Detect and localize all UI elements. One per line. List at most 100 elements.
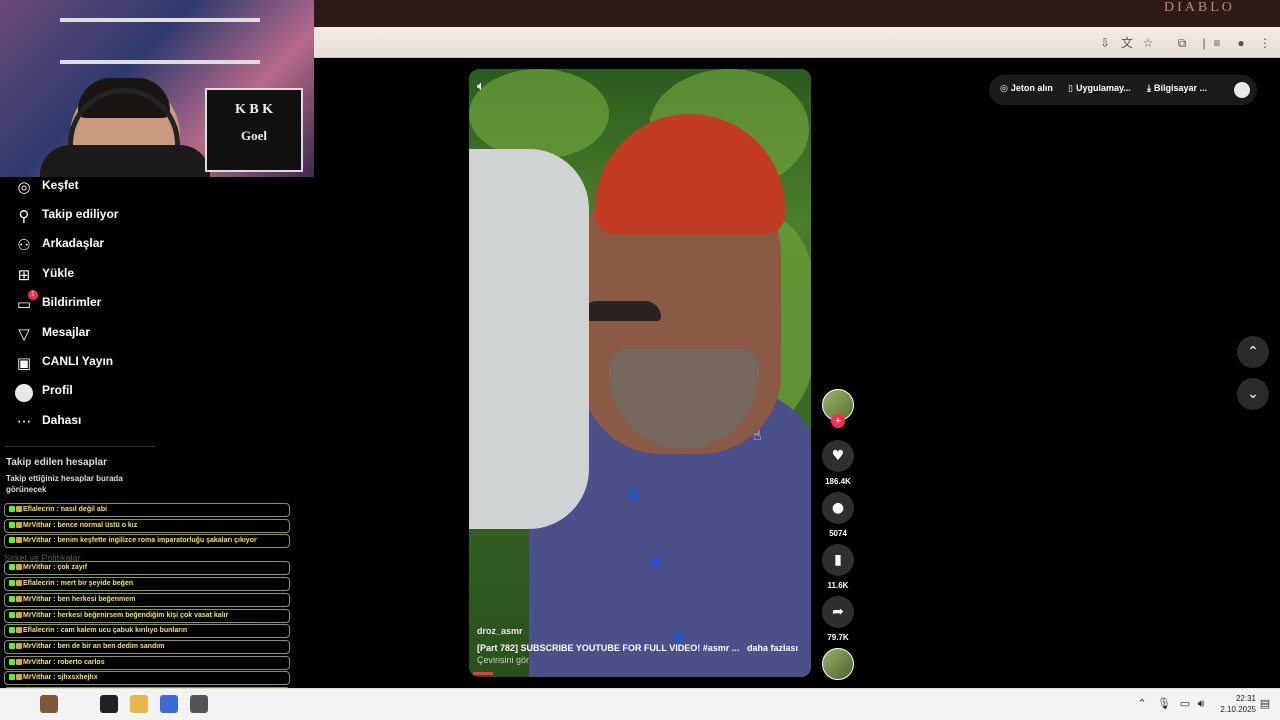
taskbar-app-icon[interactable] [190,695,208,713]
tray-chevron-icon[interactable]: ⌃ [1135,697,1149,711]
sidebar-item-more[interactable]: ··· Dahası [0,408,300,436]
kick-badge-icon [9,627,15,633]
taskbar-app-icon[interactable] [40,695,58,713]
share-count: 79.7K [827,633,849,642]
system-clock[interactable]: 22:31 2.10.2025 [1210,693,1256,715]
comment-count: 5074 [829,529,847,538]
hand-cursor-icon: ☝ [753,428,762,444]
barber-hood [469,149,589,529]
chat-text: bence normal üstü o kız [57,522,138,529]
kick-badge-icon [9,522,15,528]
notifications-icon[interactable]: ▤ [1258,697,1272,711]
sidebar-item-messages[interactable]: ▽ Mesajlar [0,320,300,348]
poster-word: Goel [241,128,267,143]
sidebar-item-label: Arkadaşlar [42,236,105,250]
taskbar: ⌃ 🎙︎ ▭ 🔊︎ 22:31 2.10.2025 ▤ [0,688,1280,720]
chat-username[interactable]: MrVithar [23,537,51,544]
chat-username[interactable]: MrVithar [23,659,51,666]
video-player[interactable]: 🔈︎ droz_asmr [Part 782] SUBSCRIBE YOUTUB… [469,69,811,677]
network-icon[interactable]: ▭ [1178,697,1192,711]
chat-username[interactable]: MrVithar [23,612,51,619]
browser-toolbar: ⇩ 文 ☆ ⧉ | ≡ ● ⋮ [314,27,1280,58]
subscriber-badge-icon [16,659,22,665]
subscriber-badge-icon [16,627,22,633]
chat-username[interactable]: Eflalecrin [23,506,55,513]
speaker-icon[interactable]: 🔈︎ [477,77,495,95]
chat-message: MrVithar : ben herkesi beğenmem [4,593,290,607]
following-accounts-description: Takip ettiğiniz hesaplar burada görünece… [6,474,123,494]
extensions-icon[interactable]: ⧉ [1174,35,1190,51]
taskbar-app-icon[interactable] [160,695,178,713]
sidebar-item-label: Bildirimler [42,295,102,309]
kick-badge-icon [9,643,15,649]
chat-username[interactable]: MrVithar [23,564,51,571]
sidebar-item-label: Profil [42,383,73,397]
see-translation-link[interactable]: Çevirisini gör [477,655,529,665]
desktop-app-label: Bilgisayar ... [1153,83,1208,93]
like-button[interactable]: ♥ [822,440,854,472]
share-button[interactable]: ➦ [822,596,854,628]
subscriber-badge-icon [16,596,22,602]
comment-button[interactable]: ● [822,492,854,524]
chat-username[interactable]: MrVithar [23,643,51,650]
chat-text: mert bir şeyide beğen [60,580,134,587]
playlist-icon[interactable]: ≡ [1209,35,1225,51]
sidebar-item-upload[interactable]: ⊞ Yükle [0,261,300,289]
chat-username[interactable]: MrVithar [23,522,51,529]
taskbar-app-icon[interactable] [100,695,118,713]
see-more-link[interactable]: daha fazlası [747,643,798,653]
follow-plus-icon[interactable]: + [831,414,845,428]
chat-text: çok zayıf [57,564,88,571]
following-accounts-title: Takip edilen hesaplar [6,457,107,468]
like-count: 186.4K [825,477,851,486]
sidebar-item-friends[interactable]: ⚇ Arkadaşlar [0,231,300,259]
chat-username[interactable]: MrVithar [23,596,51,603]
previous-video-button[interactable]: ⌃ [1237,336,1269,368]
sidebar-item-profile[interactable]: Profil [0,378,300,406]
get-coins-button[interactable]: ◎ Jeton alın [1000,83,1053,94]
shirt-button [651,556,661,568]
chat-username[interactable]: Eflalecrin [23,580,55,587]
sidebar-item-notifications[interactable]: ▭ 1 Bildirimler [0,290,300,318]
profile-avatar-icon [15,384,33,402]
chat-message: Eflalecrin : cam kalem ucu çabuk kırılıy… [4,624,290,638]
sidebar-divider [5,446,155,447]
translate-icon[interactable]: 文 [1119,35,1135,51]
chat-text: ben de bir an ben dedim sandım [57,643,165,650]
chat-message: MrVithar : sjhxsxhejhx [4,671,290,685]
shelf [60,60,260,64]
clock-time: 22:31 [1235,694,1256,703]
chat-text: roberto carlos [57,659,105,666]
sidebar-item-explore[interactable]: ◎ Keşfet [0,173,300,201]
next-video-button[interactable]: ⌄ [1237,378,1269,410]
chat-username[interactable]: Eflalecrin [23,627,55,634]
sidebar-item-label: Mesajlar [42,325,91,339]
menu-icon[interactable]: ⋮ [1257,35,1273,51]
save-button[interactable]: ▮ [822,544,854,576]
get-app-button[interactable]: ▯ Uygulamay... [1068,83,1131,94]
sidebar-item-following[interactable]: ⚲ Takip ediliyor [0,202,300,230]
chat-text: herkesi beğenirsem beğendiğim kişi çok v… [57,612,229,619]
profile-icon[interactable]: ● [1233,35,1249,51]
chat-username[interactable]: MrVithar [23,674,51,681]
microphone-icon[interactable]: 🎙︎ [1157,697,1171,711]
user-avatar[interactable] [1234,82,1250,98]
subscriber-badge-icon [16,580,22,586]
video-progress-bar[interactable] [473,672,493,675]
title-decoration: DIABLO [1164,0,1235,15]
star-icon[interactable]: ☆ [1140,35,1156,51]
subscriber-badge-icon [16,522,22,528]
man-mustache [581,301,661,321]
poster-letters: K B K [234,102,274,117]
folder-icon[interactable] [130,695,148,713]
sidebar-item-label: CANLI Yayın [42,354,114,368]
shirt-button [629,489,639,501]
install-icon[interactable]: ⇩ [1097,35,1113,51]
music-disc-icon[interactable] [822,648,854,680]
volume-icon[interactable]: 🔊︎ [1194,697,1208,711]
desktop-app-button[interactable]: ⤓ Bilgisayar ... [1147,83,1207,94]
sidebar-item-live[interactable]: ▣ CANLI Yayın [0,349,300,377]
video-author[interactable]: droz_asmr [477,626,523,636]
top-actions-bar: ◎ Jeton alın ▯ Uygulamay... ⤓ Bilgisayar ..… [989,75,1257,105]
live-icon: ▣ [16,354,32,372]
